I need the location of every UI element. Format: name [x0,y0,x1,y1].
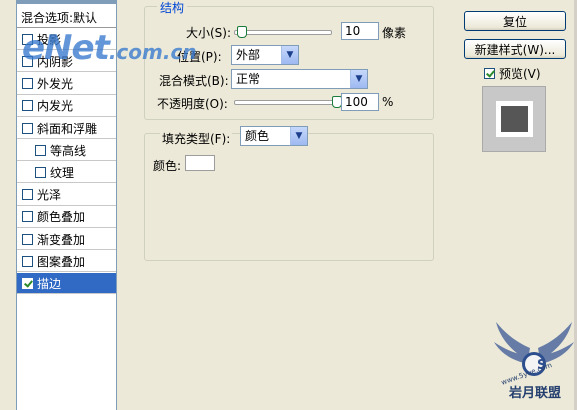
style-item[interactable]: 等高线 [17,140,116,162]
style-item[interactable]: 内发光 [17,96,116,117]
logo-text: 岩月联盟 [509,386,562,401]
style-item-label: 渐变叠加 [37,232,86,247]
style-item-label: 混合选项:默认 [21,10,98,25]
size-unit: 像素 [382,26,407,40]
style-checkbox[interactable] [22,255,33,267]
style-item-label: 图案叠加 [37,254,86,269]
style-preview [482,86,546,152]
structure-title: 结构 [157,0,188,16]
fill-type-select[interactable]: 颜色 ▼ [240,126,308,146]
size-input[interactable]: 10 [341,22,379,40]
opacity-unit: % [382,95,394,109]
opacity-input[interactable]: 100 [341,93,379,111]
size-slider-track[interactable] [234,30,332,35]
styles-list-top-strip [17,0,116,4]
style-item[interactable]: 斜面和浮雕 [17,118,116,139]
style-item[interactable]: 渐变叠加 [17,229,116,250]
preview-toggle[interactable]: 预览(V) [484,65,541,82]
position-select-value: 外部 [236,48,261,62]
style-checkbox[interactable] [22,233,33,245]
enet-watermark: eNet.com.cn [22,28,197,68]
style-item[interactable]: 颜色叠加 [17,207,116,228]
style-checkbox[interactable] [22,100,33,112]
left-gutter [0,0,16,410]
chevron-down-icon[interactable]: ▼ [350,70,367,88]
new-style-button[interactable]: 新建样式(W)... [464,39,566,59]
preview-stroke [496,101,533,137]
chevron-down-icon[interactable]: ▼ [281,46,298,64]
style-item-label: 斜面和浮雕 [37,121,98,136]
blend-mode-label: 混合模式(B): [159,74,229,88]
style-item-label: 光泽 [37,188,62,203]
preview-square [501,106,528,132]
opacity-label: 不透明度(O): [157,97,228,111]
style-checkbox[interactable] [35,166,46,178]
reset-button[interactable]: 复位 [464,11,566,31]
size-slider-thumb[interactable] [236,26,247,38]
fill-type-label: 填充类型(F): [160,130,233,147]
style-item-label: 描边 [37,276,62,291]
color-label: 颜色: [153,159,182,173]
fill-type-select-value: 颜色 [245,129,270,143]
style-checkbox[interactable] [22,277,33,289]
position-select[interactable]: 外部 ▼ [231,45,299,65]
style-item[interactable]: 混合选项:默认 [17,7,116,28]
blend-mode-select[interactable]: 正常 ▼ [231,69,368,89]
style-checkbox[interactable] [35,144,46,156]
style-item[interactable]: 图案叠加 [17,251,116,273]
chevron-down-icon[interactable]: ▼ [290,127,307,145]
style-item-label: 内发光 [37,99,74,114]
preview-label: 预览(V) [499,67,541,81]
style-item-label: 颜色叠加 [37,210,86,225]
style-checkbox[interactable] [22,189,33,201]
style-item[interactable]: 外发光 [17,74,116,95]
preview-checkbox[interactable] [484,68,495,79]
style-checkbox[interactable] [22,211,33,223]
opacity-slider-track[interactable] [234,100,340,105]
style-item-label: 等高线 [50,143,87,158]
blend-mode-select-value: 正常 [236,72,261,86]
style-item[interactable]: 描边 [17,273,116,295]
style-item[interactable]: 纹理 [17,162,116,184]
style-checkbox[interactable] [22,78,33,90]
style-item-label: 纹理 [50,165,75,180]
style-checkbox[interactable] [22,122,33,134]
style-item[interactable]: 光泽 [17,185,116,206]
color-swatch[interactable] [185,155,215,171]
fill-group [144,133,434,261]
style-item-label: 外发光 [37,77,74,92]
